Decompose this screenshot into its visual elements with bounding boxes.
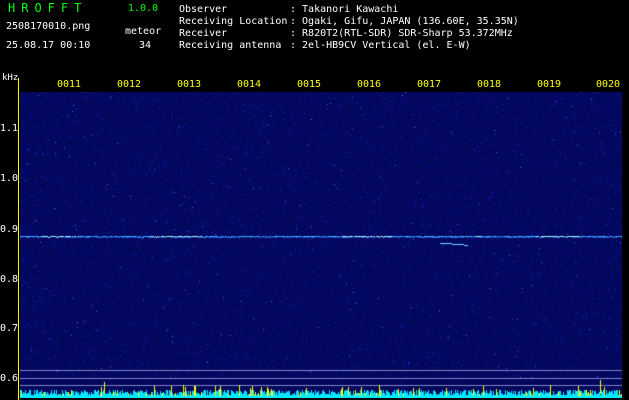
x-tick-label: 0014	[237, 79, 262, 90]
y-axis-unit: kHz	[2, 73, 19, 83]
y-tick-label: 1.1	[0, 123, 19, 134]
header-receiver-label: Receiver	[179, 28, 228, 39]
x-tick-label: 0013	[177, 79, 202, 90]
y-tick-label: 1.0	[0, 173, 19, 184]
meteor-label: meteor	[125, 26, 162, 37]
x-tick-label: 0019	[537, 79, 562, 90]
x-tick-label: 0016	[357, 79, 382, 90]
x-tick-label: 0020	[596, 79, 621, 90]
x-tick-label: 0018	[477, 79, 502, 90]
header-receiver-value: : R820T2(RTL-SDR) SDR-Sharp 53.372MHz	[290, 28, 513, 39]
x-tick-label: 0017	[417, 79, 442, 90]
header-antenna-value: : 2el-HB9CV Vertical (el. E-W)	[290, 40, 471, 51]
header-antenna-label: Receiving antenna	[179, 40, 282, 51]
date-time: 25.08.17 00:10	[6, 40, 91, 51]
app-version: 1.0.0	[128, 3, 159, 14]
header-location-label: Receiving Location	[179, 16, 288, 27]
meteor-count: 34	[139, 40, 152, 51]
x-tick-label: 0015	[297, 79, 322, 90]
y-tick-label: 0.7	[0, 323, 19, 334]
y-tick-label: 0.8	[0, 274, 19, 285]
x-tick-label: 0012	[117, 79, 142, 90]
spectrogram-canvas	[20, 92, 622, 398]
x-tick-label: 0011	[57, 79, 82, 90]
hrofft-screen: HROFFT 1.0.0 2508170010.png meteor 25.08…	[0, 0, 629, 400]
header-observer-label: Observer	[179, 4, 228, 15]
header-location-value: : Ogaki, Gifu, JAPAN (136.60E, 35.35N)	[290, 16, 519, 27]
header-observer-value: : Takanori Kawachi	[290, 4, 399, 15]
y-tick-label: 0.6	[0, 373, 19, 384]
y-tick-label: 0.9	[0, 224, 19, 235]
app-logo: HROFFT	[8, 1, 88, 15]
spectrogram-plot	[20, 92, 622, 398]
file-name: 2508170010.png	[6, 21, 91, 32]
